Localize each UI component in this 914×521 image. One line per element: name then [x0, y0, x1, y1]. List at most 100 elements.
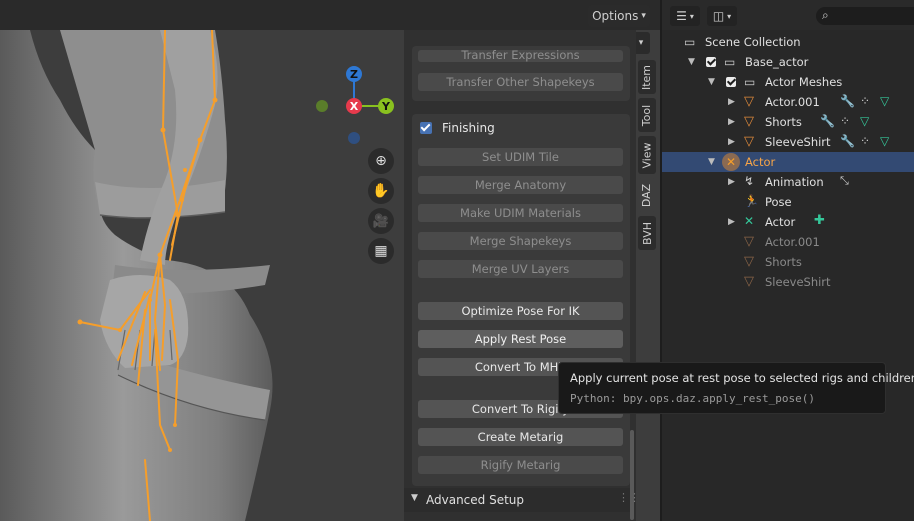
pan-button[interactable]: ✋ [368, 178, 394, 204]
wrench-icon: 🔧 [820, 114, 835, 128]
tab-label: Tool [640, 104, 654, 126]
display-mode-dropdown[interactable]: ☰ ▾ [670, 6, 700, 26]
button-label: Apply Rest Pose [474, 332, 567, 346]
tree-row-child-actor-001[interactable]: ▽ Actor.001 [662, 232, 914, 252]
tree-row-child-sleeveshirt[interactable]: ▽ SleeveShirt [662, 272, 914, 292]
expand-arrow-icon[interactable]: ▶ [728, 97, 735, 107]
tab-tool[interactable]: Tool [638, 98, 656, 132]
row-label: Shorts [765, 115, 802, 129]
tab-daz[interactable]: DAZ [638, 178, 656, 212]
tab-bvh[interactable]: BVH [638, 216, 656, 250]
finishing-checkbox[interactable] [420, 121, 432, 134]
mesh-data-icon: ▽ [860, 114, 870, 128]
row-label: Animation [765, 175, 824, 189]
button-label: Merge Anatomy [474, 178, 567, 192]
expand-arrow-icon[interactable]: ▶ [728, 217, 735, 227]
expand-arrow-icon[interactable]: ▶ [728, 177, 735, 187]
vertex-groups-icon: ⁘ [860, 94, 871, 108]
optimize-pose-for-ik-button[interactable]: Optimize Pose For IK [418, 302, 623, 320]
ortho-toggle-button[interactable]: ▦ [368, 238, 394, 264]
rigify-metarig-button[interactable]: Rigify Metarig [418, 456, 623, 474]
expand-arrow-icon[interactable]: ▶ [728, 137, 735, 147]
collection-icon: ▭ [744, 75, 756, 89]
neg-y-axis-icon [316, 100, 328, 112]
merge-anatomy-button[interactable]: Merge Anatomy [418, 176, 623, 194]
tree-row-armature-data[interactable]: ▶ ✕ Actor ✚ [662, 212, 914, 232]
tree-row-base-actor[interactable]: ▼ ▭ Base_actor [662, 52, 914, 72]
tree-row-sleeveshirt[interactable]: ▶ ▽ SleeveShirt 🔧 ⁘ ▽ [662, 132, 914, 152]
mesh-icon: ▽ [744, 274, 754, 289]
tree-row-actor-meshes[interactable]: ▼ ▭ Actor Meshes [662, 72, 914, 92]
advanced-setup-header[interactable]: ▼ Advanced Setup ⋮⋮ [404, 488, 640, 512]
gizmo-z-label: Z [350, 68, 358, 81]
include-checkbox[interactable] [726, 77, 736, 87]
expand-arrow-icon[interactable]: ▼ [708, 157, 715, 167]
include-checkbox[interactable] [706, 57, 716, 67]
wrench-icon: 🔧 [840, 134, 855, 148]
chevron-down-icon: ▾ [641, 11, 646, 21]
armature-icon: ✕ [722, 153, 740, 171]
tab-label: BVH [640, 221, 654, 245]
expand-arrow-icon[interactable]: ▼ [708, 77, 715, 87]
button-label: Optimize Pose For IK [461, 304, 580, 318]
drag-handle-icon[interactable]: ⋮⋮ [618, 491, 640, 504]
search-input[interactable]: ⌕ [816, 7, 914, 25]
advanced-setup-label: Advanced Setup [426, 493, 525, 507]
hand-icon: ✋ [372, 183, 390, 199]
tab-view[interactable]: View [638, 136, 656, 174]
tree-row-actor-armature[interactable]: ▼ ✕ Actor [662, 152, 914, 172]
camera-icon: 🎥 [372, 213, 390, 229]
tree-row-actor-001[interactable]: ▶ ▽ Actor.001 🔧 ⁘ ▽ [662, 92, 914, 112]
navigation-gizmo[interactable]: Z X Y [310, 62, 400, 152]
zoom-button[interactable]: ⊕ [368, 148, 394, 174]
merge-shapekeys-button[interactable]: Merge Shapekeys [418, 232, 623, 250]
collapse-arrow-icon: ▼ [411, 493, 418, 503]
transfer-expressions-button[interactable]: Transfer Expressions [418, 50, 623, 62]
transfer-other-shapekeys-label: Transfer Other Shapekeys [446, 75, 595, 89]
tree-row-scene-collection[interactable]: ▭ Scene Collection [662, 32, 914, 52]
expand-arrow-icon[interactable]: ▼ [688, 57, 695, 67]
armature-data-icon: ✕ [744, 214, 755, 228]
camera-view-button[interactable]: 🎥 [368, 208, 394, 234]
tooltip: Apply current pose at rest pose to selec… [558, 362, 914, 414]
panel-scrollbar[interactable] [630, 430, 634, 520]
row-label: Actor.001 [765, 95, 820, 109]
transfer-expressions-label: Transfer Expressions [461, 50, 580, 62]
tooltip-text: Apply current pose at rest pose to selec… [570, 371, 914, 385]
search-icon: ⌕ [822, 8, 829, 22]
vertex-groups-icon: ⁘ [860, 134, 871, 148]
button-label: Convert To Rigify [471, 402, 570, 416]
mesh-data-icon: ▽ [880, 134, 890, 148]
transfer-other-shapekeys-button[interactable]: Transfer Other Shapekeys [418, 73, 623, 91]
set-udim-tile-button[interactable]: Set UDIM Tile [418, 148, 623, 166]
mesh-icon: ▽ [744, 94, 754, 109]
tree-row-animation[interactable]: ▶ ↯ Animation ⤡ [662, 172, 914, 192]
pose-icon: 🏃 [744, 194, 759, 208]
row-label: Base_actor [745, 55, 809, 69]
collection-icon: ▭ [724, 55, 736, 69]
checkmark-icon [420, 121, 431, 132]
options-label: Options [592, 9, 639, 23]
tab-item[interactable]: Item [638, 60, 656, 94]
merge-uv-layers-button[interactable]: Merge UV Layers [418, 260, 623, 278]
mesh-icon: ▽ [744, 234, 754, 249]
tree-row-shorts[interactable]: ▶ ▽ Shorts 🔧 ⁘ ▽ [662, 112, 914, 132]
make-udim-materials-button[interactable]: Make UDIM Materials [418, 204, 623, 222]
tree-row-pose[interactable]: 🏃 Pose [662, 192, 914, 212]
apply-rest-pose-button[interactable]: Apply Rest Pose [418, 330, 623, 348]
wrench-icon: 🔧 [840, 94, 855, 108]
tree-row-child-shorts[interactable]: ▽ Shorts [662, 252, 914, 272]
collection-icon: ▭ [684, 35, 696, 49]
create-metarig-button[interactable]: Create Metarig [418, 428, 623, 446]
options-dropdown[interactable]: Options ▾ [588, 5, 650, 27]
viewport-header: Options ▾ [0, 0, 660, 30]
row-label: SleeveShirt [765, 135, 831, 149]
tooltip-python: Python: bpy.ops.daz.apply_rest_pose() [570, 392, 816, 405]
filter-dropdown[interactable]: ◫ ▾ [707, 6, 737, 26]
gizmo-x-label: X [350, 100, 359, 113]
expand-arrow-icon[interactable]: ▶ [728, 117, 735, 127]
mesh-icon: ▽ [744, 254, 754, 269]
button-label: Convert To MHX [474, 360, 567, 374]
button-label: Set UDIM Tile [482, 150, 559, 164]
neg-z-axis-icon [348, 132, 360, 144]
